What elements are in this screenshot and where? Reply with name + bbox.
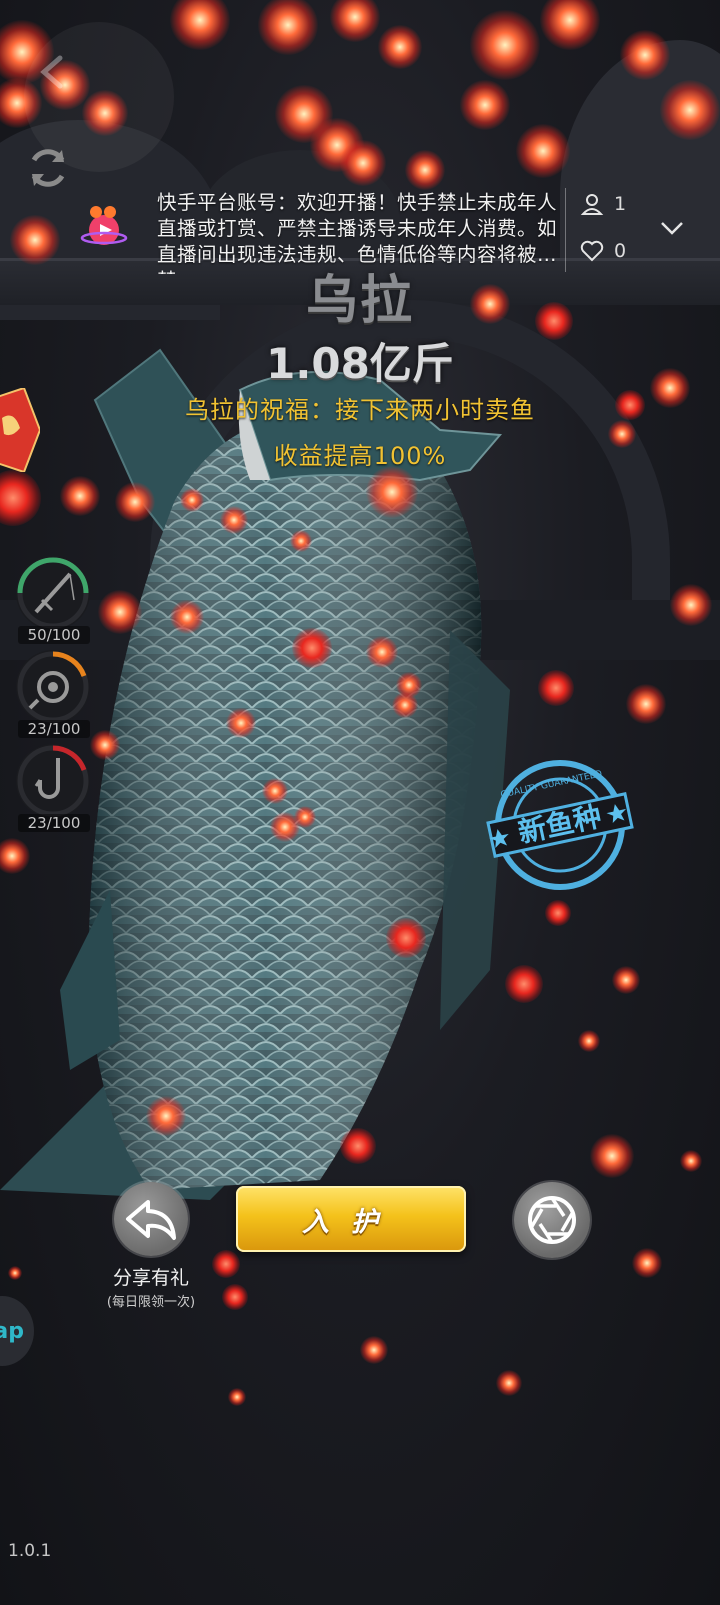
glow-particle xyxy=(545,900,571,926)
reel-gauge-label: 23/100 xyxy=(18,720,90,738)
camera-shutter-icon xyxy=(528,1196,576,1244)
glow-particle xyxy=(275,85,333,143)
glow-particle xyxy=(405,150,445,190)
event-badge-icon[interactable] xyxy=(0,388,40,472)
hook-icon xyxy=(34,758,60,799)
glow-particle xyxy=(680,1150,702,1172)
fish-name: 乌拉 xyxy=(305,271,414,331)
glow-particle xyxy=(578,1030,600,1052)
glow-particle xyxy=(590,1134,634,1178)
refresh-icon[interactable] xyxy=(22,142,74,194)
share-arrow-icon xyxy=(126,1200,176,1240)
glow-particle xyxy=(360,1336,388,1364)
share-button[interactable] xyxy=(114,1182,188,1256)
hook-gauge-ring xyxy=(17,745,89,817)
glow-particle xyxy=(632,1248,662,1278)
viewer-count-value: 1 xyxy=(614,193,627,215)
glow-particle xyxy=(212,1250,240,1278)
glow-particle xyxy=(222,1284,248,1310)
glow-particle xyxy=(460,80,510,130)
glow-particle xyxy=(626,684,666,724)
glow-particle xyxy=(330,0,380,42)
glow-particle xyxy=(496,1370,522,1396)
rod-gauge-label: 50/100 xyxy=(18,626,90,644)
rod-gauge[interactable] xyxy=(16,556,90,630)
glow-particle xyxy=(8,1266,22,1280)
hook-gauge[interactable] xyxy=(16,744,90,818)
chevron-down-icon[interactable] xyxy=(658,218,686,238)
rod-gauge-ring xyxy=(17,557,89,629)
glow-particle xyxy=(228,1388,246,1406)
share-label: 分享有礼 xyxy=(112,1267,189,1289)
person-icon xyxy=(580,194,604,215)
viewer-count: 1 xyxy=(580,192,626,216)
live-platform-icon xyxy=(80,206,128,245)
glow-particle xyxy=(258,0,318,55)
glow-particle xyxy=(538,670,574,706)
blessing-text-line2: 收益提高100% xyxy=(273,442,447,470)
new-species-stamp: QUALITY GUARANTEED 新鱼种 xyxy=(486,760,634,890)
glow-particle xyxy=(378,25,422,69)
share-sublabel: (每日限领一次) xyxy=(106,1295,196,1310)
version-label: 1.0.1 xyxy=(8,1541,52,1561)
screenshot-button[interactable] xyxy=(514,1182,590,1258)
reel-gauge-ring xyxy=(17,651,89,723)
glow-particle xyxy=(540,0,600,50)
fish-weight: 1.08亿斤 xyxy=(266,339,454,388)
reel-icon xyxy=(28,671,69,710)
back-icon[interactable] xyxy=(34,52,74,92)
store-button[interactable]: 入护 xyxy=(236,1186,466,1252)
hook-gauge-label: 23/100 xyxy=(18,814,90,832)
fishing-rod-icon xyxy=(34,572,75,614)
glow-particle xyxy=(612,966,640,994)
blessing-text-line1: 乌拉的祝福：接下来两小时卖鱼 xyxy=(185,396,535,424)
glow-particle xyxy=(170,0,230,50)
glow-particle xyxy=(470,10,540,80)
reel-gauge[interactable] xyxy=(16,650,90,724)
